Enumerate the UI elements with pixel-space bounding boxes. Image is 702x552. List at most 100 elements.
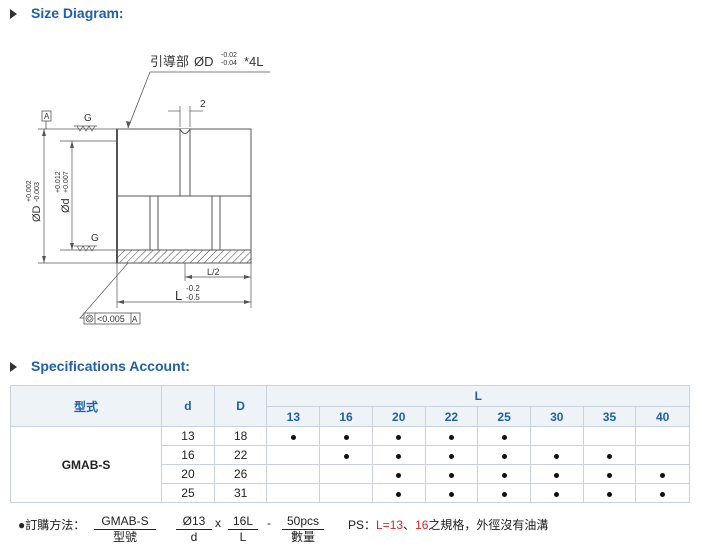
availability-cell	[371, 445, 426, 465]
l-header-13: 13	[266, 406, 321, 427]
order-part-L: 16L L	[228, 514, 258, 545]
availability-cell	[529, 464, 584, 484]
col-d-header: d	[161, 385, 215, 427]
availability-cell	[477, 426, 531, 446]
l-header-30: 30	[529, 406, 584, 427]
col-model-header: 型式	[9, 385, 163, 427]
availability-cell	[371, 464, 426, 484]
available-dot-icon	[448, 473, 454, 478]
availability-cell	[582, 483, 637, 503]
availability-cell	[266, 483, 321, 503]
availability-cell	[424, 483, 479, 503]
l-header-25: 25	[477, 406, 531, 427]
available-dot-icon	[606, 454, 612, 459]
available-dot-icon	[660, 473, 666, 478]
order-sep-x: x	[215, 516, 221, 530]
availability-cell	[582, 464, 637, 484]
availability-cell	[529, 483, 584, 503]
available-dot-icon	[501, 473, 507, 478]
d-cell: 13	[161, 426, 215, 446]
order-part-qty: 50pcs 數量	[282, 514, 324, 545]
available-dot-icon	[606, 492, 612, 497]
guide-tol-lower: -0.04	[221, 60, 237, 67]
l-header-40: 40	[635, 406, 690, 427]
col-D-header: D	[213, 385, 268, 427]
guide-label: 引導部	[150, 54, 189, 69]
d-cell: 20	[161, 464, 215, 484]
col-L-header: L	[266, 385, 690, 407]
available-dot-icon	[448, 492, 454, 497]
order-label: ●訂購方法：	[18, 518, 86, 532]
availability-cell	[477, 483, 531, 503]
availability-cell	[371, 483, 426, 503]
available-dot-icon	[606, 473, 612, 478]
inner-dia-text: Ød +0.012 +0.007	[55, 171, 72, 213]
length-tol-upper: -0.2	[186, 284, 200, 293]
l-header-22: 22	[424, 406, 479, 427]
D-cell: 26	[213, 464, 268, 484]
availability-cell	[582, 426, 637, 446]
half-length-label: L/2	[207, 267, 220, 277]
availability-cell	[424, 464, 479, 484]
d-cell: 16	[161, 445, 215, 465]
order-part-model: GMAB-S 型號	[94, 514, 156, 545]
availability-cell	[529, 445, 584, 465]
svg-text:+0.007: +0.007	[63, 171, 70, 193]
availability-cell	[477, 445, 531, 465]
model-cell: GMAB-S	[9, 426, 163, 503]
available-dot-icon	[396, 435, 402, 440]
available-dot-icon	[396, 473, 402, 478]
bushing-body	[116, 128, 252, 264]
availability-cell	[319, 426, 373, 446]
length-tol-lower: -0.5	[186, 293, 200, 302]
length-label: L	[175, 288, 182, 303]
groove-dimension	[168, 106, 203, 127]
svg-text:+0.002: +0.002	[26, 180, 33, 202]
section-hatch	[116, 249, 252, 264]
bushing-drawing: 引導部 ØD -0.02 -0.04 *4L 2 A G G ØD +0.002…	[26, 52, 270, 325]
guide-suffix: *4L	[244, 54, 264, 69]
svg-text:Ød: Ød	[60, 198, 72, 213]
guide-symbol: ØD	[194, 54, 214, 69]
availability-cell	[582, 445, 637, 465]
available-dot-icon	[343, 435, 349, 440]
availability-cell	[319, 445, 373, 465]
availability-cell	[266, 426, 321, 446]
l-header-35: 35	[582, 406, 637, 427]
finish-symbol-top	[74, 125, 97, 132]
guide-tol-upper: -0.02	[221, 52, 237, 59]
order-note: PS：L=13、16之規格，外徑沒有油溝	[348, 518, 549, 532]
datum-letter: A	[44, 112, 50, 121]
available-dot-icon	[660, 492, 666, 497]
availability-cell	[319, 483, 373, 503]
D-cell: 31	[213, 483, 268, 503]
d-cell: 25	[161, 483, 215, 503]
availability-cell	[371, 426, 426, 446]
finish-mark-top: G	[84, 113, 92, 124]
available-dot-icon	[501, 454, 507, 459]
availability-cell	[529, 426, 584, 446]
availability-cell	[635, 445, 690, 465]
availability-cell	[266, 464, 321, 484]
spec-title: Specifications Account:	[31, 358, 190, 374]
svg-text:ØD: ØD	[31, 205, 43, 222]
availability-cell	[635, 426, 690, 446]
available-dot-icon	[448, 435, 454, 440]
svg-text:+0.012: +0.012	[55, 171, 62, 193]
available-dot-icon	[290, 435, 296, 440]
svg-text:-0.003: -0.003	[34, 182, 41, 202]
availability-cell	[635, 483, 690, 503]
availability-cell	[319, 464, 373, 484]
finish-mark-bottom: G	[91, 233, 99, 244]
available-dot-icon	[396, 454, 402, 459]
order-sep-dash: -	[267, 516, 271, 530]
length-dims	[116, 263, 252, 308]
triangle-bullet-icon	[10, 361, 19, 372]
guide-leader	[126, 71, 270, 129]
available-dot-icon	[554, 473, 560, 478]
spec-body: GMAB-S 13 18 16 22 20 26 25 31	[9, 426, 690, 503]
availability-cell	[424, 426, 479, 446]
availability-cell	[477, 464, 531, 484]
tolerance-datum: A	[132, 315, 138, 324]
available-dot-icon	[501, 492, 507, 497]
